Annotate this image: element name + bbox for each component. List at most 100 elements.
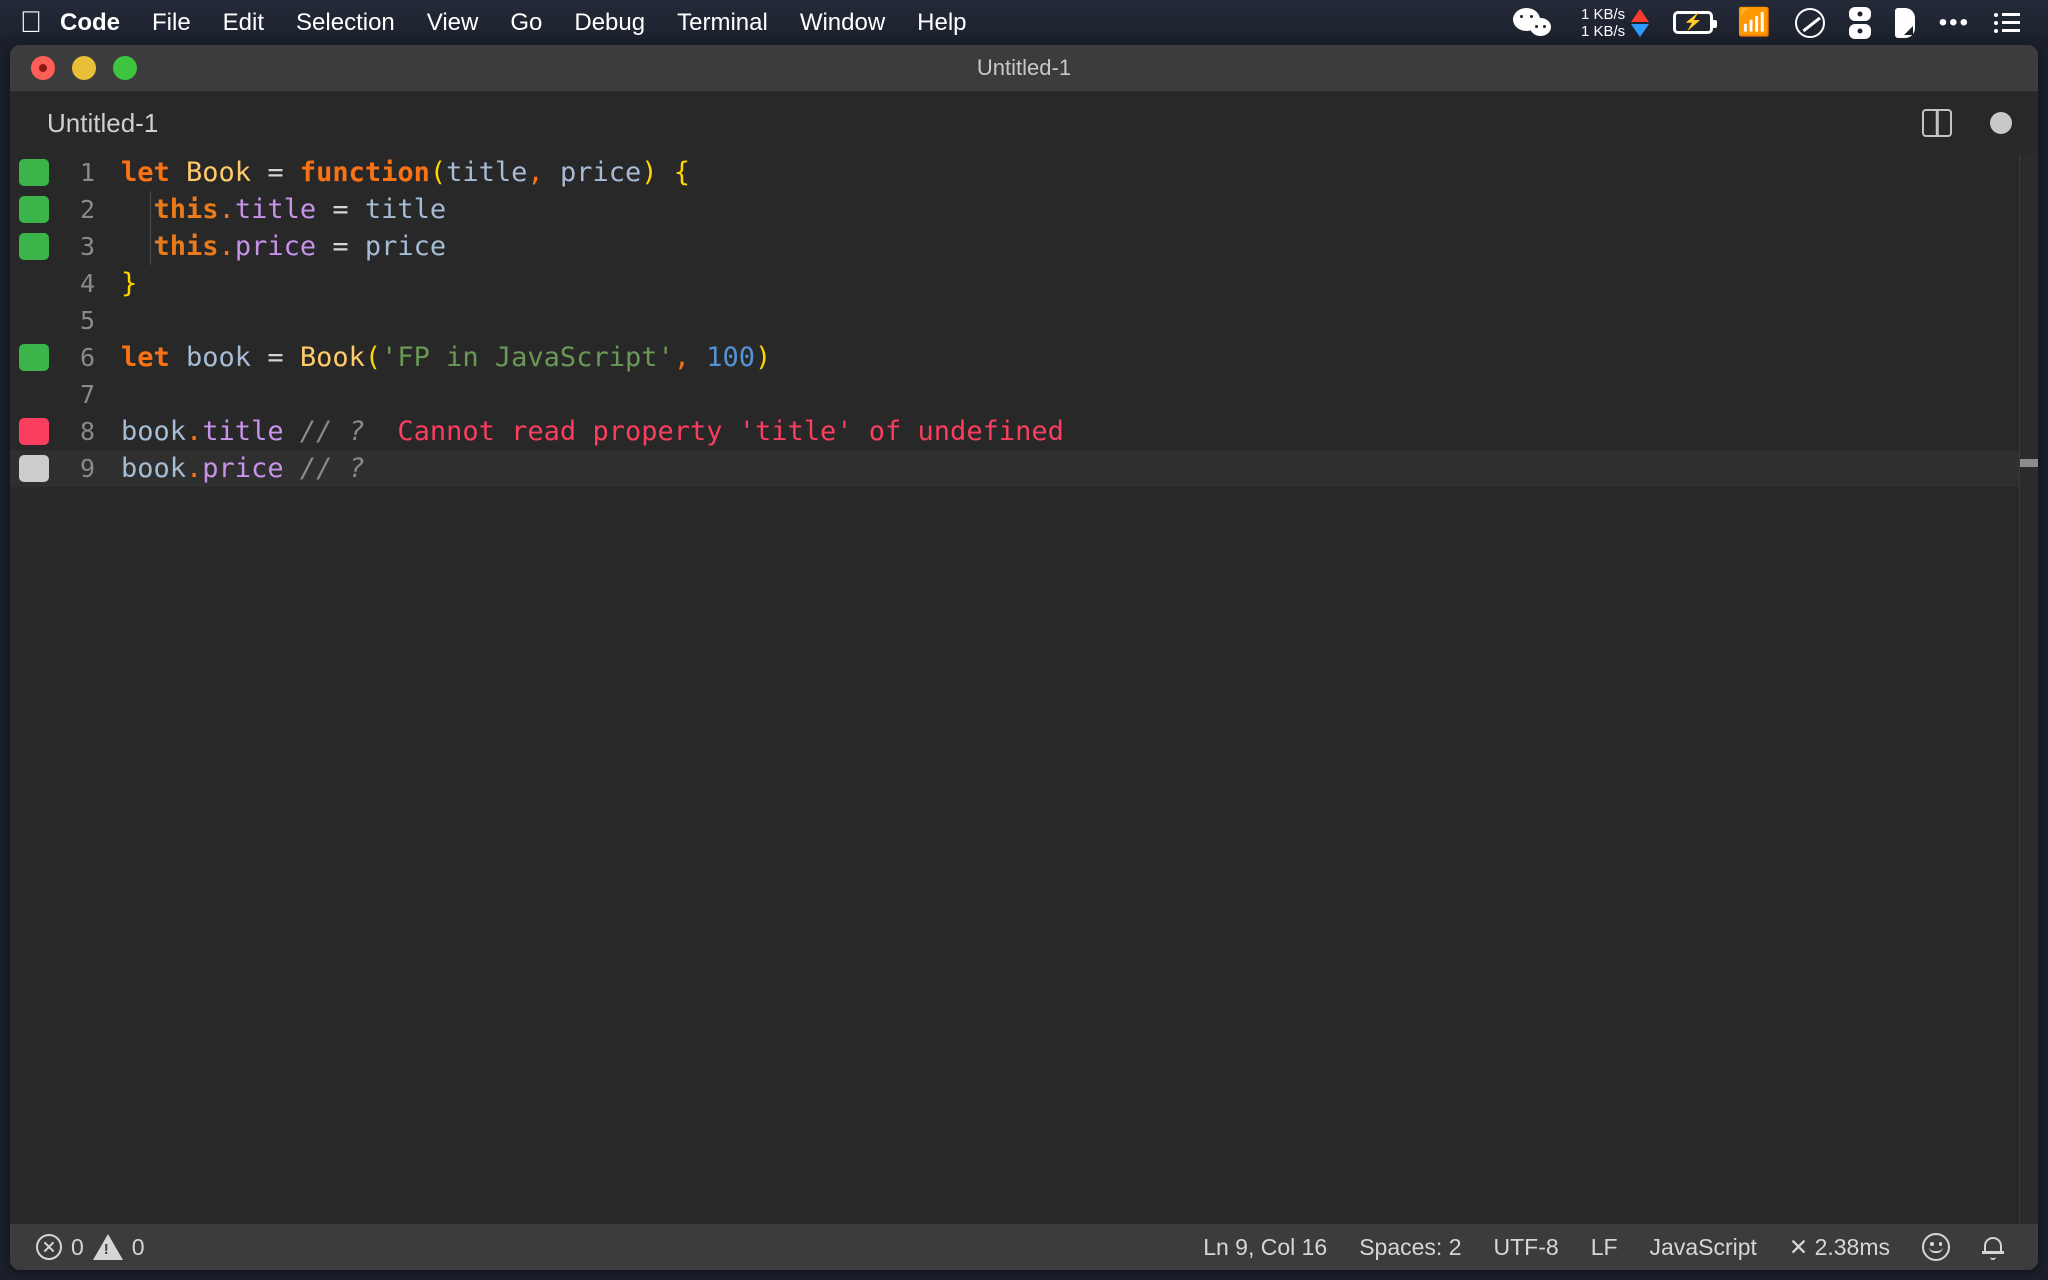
smiley-icon	[1922, 1233, 1950, 1261]
status-quokka-timing[interactable]: ✕ 2.38ms	[1773, 1234, 1906, 1261]
gutter-marker-green[interactable]	[19, 196, 49, 223]
network-download-speed: 1 KB/s	[1580, 22, 1626, 40]
unsaved-dot-icon[interactable]	[1990, 112, 2012, 134]
menubar-items:  Code File Edit Selection View Go Debug…	[0, 0, 983, 45]
more-tray-button[interactable]: •••	[1927, 0, 1982, 45]
status-notifications-button[interactable]	[1966, 1235, 2020, 1260]
status-feedback-button[interactable]	[1906, 1233, 1966, 1261]
gutter-marker-green[interactable]	[19, 159, 49, 186]
code-token: price	[202, 453, 284, 484]
menubar-tray: 1 KB/s 1 KB/s ⚡ 📶 •••	[1501, 0, 2048, 45]
tab-untitled-1[interactable]: Untitled-1	[10, 92, 189, 154]
shield-icon	[1894, 7, 1915, 38]
code-token: =	[316, 194, 365, 225]
code-line[interactable]: 8 book.title // ? Cannot read property 't…	[10, 413, 2038, 450]
menu-item-go[interactable]: Go	[494, 0, 558, 45]
indent-guide	[150, 228, 151, 265]
line-content: this.title = title	[111, 194, 447, 225]
upload-arrow-icon	[1631, 8, 1650, 22]
code-token: )	[641, 157, 658, 188]
code-line[interactable]: 7	[10, 376, 2038, 413]
code-line[interactable]: 1 let Book = function(title, price) {	[10, 154, 2038, 191]
code-token: .	[218, 194, 235, 225]
status-indentation[interactable]: Spaces: 2	[1343, 1234, 1477, 1261]
code-token: Cannot read property 'title' of undefine…	[397, 416, 1064, 447]
code-token: }	[121, 268, 138, 299]
shield-tray-button[interactable]	[1883, 0, 1927, 45]
code-token: let	[121, 342, 187, 373]
code-line[interactable]: 2 this.title = title	[10, 191, 2038, 228]
code-token: title	[364, 194, 447, 225]
line-number: 4	[79, 269, 95, 298]
status-language-mode[interactable]: JavaScript	[1634, 1234, 1773, 1261]
download-arrow-icon	[1631, 23, 1650, 37]
code-token: 100	[690, 342, 756, 373]
code-token: ,	[673, 342, 690, 373]
menu-item-code[interactable]: Code	[44, 0, 136, 45]
network-speed-indicator[interactable]: 1 KB/s 1 KB/s	[1569, 0, 1661, 45]
menu-item-debug[interactable]: Debug	[558, 0, 661, 45]
code-token: )	[755, 342, 772, 373]
gutter-marker-red[interactable]	[19, 418, 49, 445]
status-problems[interactable]: 0 0	[36, 1234, 161, 1261]
error-circle-icon	[36, 1234, 62, 1260]
battery-status-button[interactable]: ⚡	[1661, 0, 1725, 45]
gutter-marker-green[interactable]	[19, 233, 49, 260]
code-editor[interactable]: 1 let Book = function(title, price) {2 th…	[10, 154, 2038, 1224]
stack-tray-button[interactable]	[1837, 0, 1883, 45]
gutter-marker-none[interactable]	[19, 270, 49, 297]
code-token: let	[121, 157, 187, 188]
gutter-marker-green[interactable]	[19, 344, 49, 371]
menu-item-file[interactable]: File	[136, 0, 207, 45]
code-line[interactable]: 9 book.price // ?	[10, 450, 2038, 487]
bell-icon	[1982, 1235, 2004, 1260]
scrollbar-thumb[interactable]	[2020, 459, 2038, 467]
line-content: let Book = function(title, price) {	[111, 157, 690, 188]
stack-icon	[1848, 6, 1871, 39]
gutter-marker-none[interactable]	[19, 381, 49, 408]
code-token: {	[673, 157, 691, 188]
do-not-disturb-button[interactable]	[1783, 0, 1837, 45]
status-bar: 0 0 Ln 9, Col 16 Spaces: 2 UTF-8 LF Java…	[10, 1224, 2038, 1270]
code-token: .	[218, 231, 235, 262]
line-number: 9	[79, 454, 95, 483]
code-token: title	[446, 157, 528, 188]
code-token: ,	[527, 157, 544, 188]
menu-item-selection[interactable]: Selection	[280, 0, 411, 45]
code-line[interactable]: 6 let book = Book('FP in JavaScript', 100…	[10, 339, 2038, 376]
line-content: book.title // ? Cannot read property 'ti…	[111, 416, 1064, 447]
menu-item-edit[interactable]: Edit	[207, 0, 280, 45]
code-token: 'FP in JavaScript'	[381, 342, 674, 373]
menu-item-terminal[interactable]: Terminal	[661, 0, 784, 45]
code-token: // ?	[283, 416, 398, 447]
code-line[interactable]: 5	[10, 302, 2038, 339]
macos-menubar:  Code File Edit Selection View Go Debug…	[0, 0, 2048, 45]
menu-item-view[interactable]: View	[411, 0, 495, 45]
status-cursor-position[interactable]: Ln 9, Col 16	[1187, 1234, 1343, 1261]
tab-label: Untitled-1	[47, 107, 159, 138]
control-center-button[interactable]	[1982, 0, 2032, 45]
code-token: price	[364, 231, 447, 262]
gutter-marker-none[interactable]	[19, 307, 49, 334]
warning-triangle-icon	[92, 1234, 123, 1260]
menu-item-help[interactable]: Help	[901, 0, 982, 45]
code-line[interactable]: 4}	[10, 265, 2038, 302]
apple-menu-button[interactable]: 	[0, 0, 44, 45]
code-token: // ?	[283, 453, 365, 484]
status-encoding[interactable]: UTF-8	[1478, 1234, 1575, 1261]
code-lines: 1 let Book = function(title, price) {2 th…	[10, 154, 2038, 487]
wifi-status-button[interactable]: 📶	[1725, 0, 1783, 45]
wechat-tray-button[interactable]	[1501, 0, 1569, 45]
vertical-scrollbar[interactable]	[2020, 154, 2038, 1224]
window-title: Untitled-1	[976, 55, 1072, 80]
code-line[interactable]: 3 this.price = price	[10, 228, 2038, 265]
code-token: (	[429, 157, 447, 188]
split-editor-icon[interactable]	[1922, 109, 1952, 137]
code-token: (	[364, 342, 382, 373]
menu-item-window[interactable]: Window	[784, 0, 901, 45]
gutter-marker-grey[interactable]	[19, 455, 49, 482]
status-eol[interactable]: LF	[1575, 1234, 1634, 1261]
code-token: book	[121, 453, 187, 484]
